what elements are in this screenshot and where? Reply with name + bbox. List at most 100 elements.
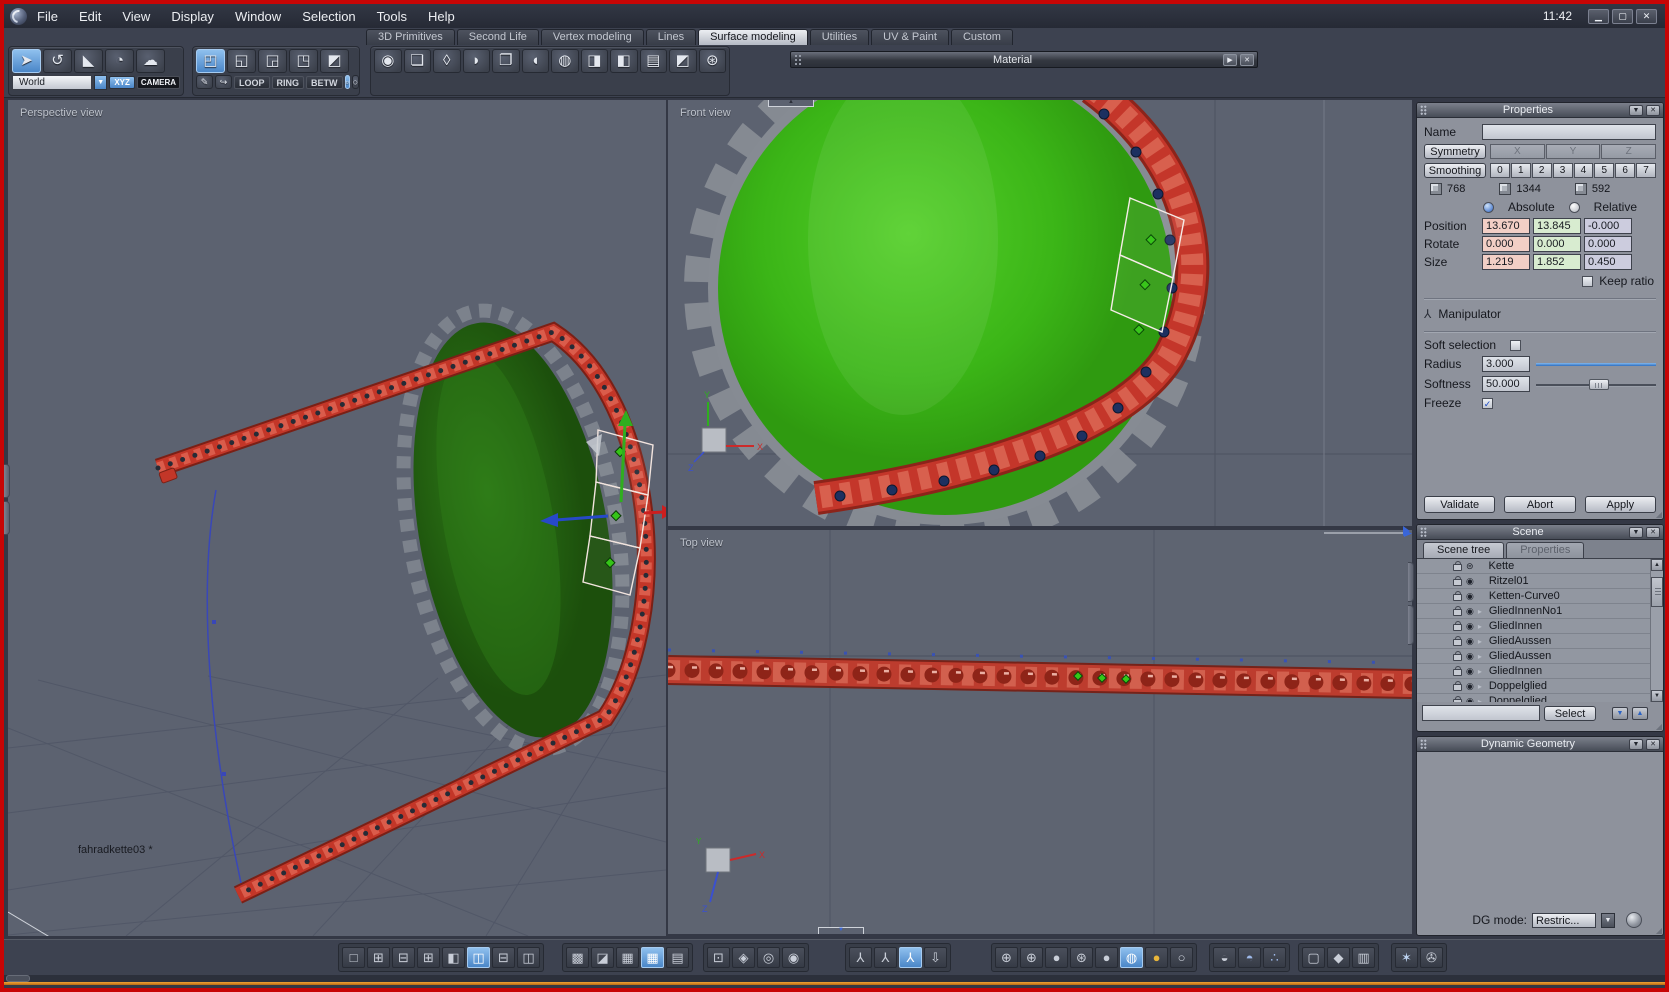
close-button[interactable]: ✕ — [1636, 8, 1657, 24]
symmetry-button[interactable]: Symmetry — [1424, 144, 1486, 159]
between-select-button[interactable]: BETW — [306, 75, 343, 89]
lock-icon[interactable] — [1453, 561, 1462, 571]
surface-tool-4-button[interactable]: ◗ — [462, 49, 490, 73]
world-space-select[interactable]: World — [12, 75, 93, 90]
transform-y-field[interactable]: 0.000 — [1533, 236, 1581, 252]
tab-scene-tree[interactable]: Scene tree — [1423, 542, 1505, 558]
circle-select-button[interactable]: ○ — [351, 75, 360, 89]
front-viewport[interactable]: Y X Z Front view ▲ — [668, 100, 1412, 526]
eye-icon[interactable]: ◉ — [1466, 604, 1474, 618]
properties-title-bar[interactable]: Properties ▼ ✕ — [1417, 103, 1663, 118]
tree-expand-icon[interactable]: ▸ — [1478, 622, 1485, 631]
camera-mode-button[interactable]: CAMERA — [136, 76, 180, 89]
ghost-hide-tool-button[interactable]: ☁ — [136, 49, 165, 73]
eye-icon[interactable]: ◉ — [1466, 649, 1474, 663]
dome-smooth-button[interactable]: ◓ — [1238, 947, 1261, 968]
render-sphere-button[interactable]: ✶ — [1395, 947, 1418, 968]
softness-field[interactable]: 50.000 — [1482, 376, 1530, 392]
panels-button[interactable]: ▥ — [1352, 947, 1375, 968]
surface-tool-6-button[interactable]: ◖ — [521, 49, 549, 73]
zoom-view-button[interactable]: ◎ — [757, 947, 780, 968]
eye-icon[interactable]: ◉ — [1466, 679, 1474, 693]
radius-field[interactable]: 3.000 — [1482, 356, 1530, 372]
splitter-arrow-icon[interactable] — [1403, 526, 1410, 536]
scene-tree-row[interactable]: ◉ Ritzel01 — [1417, 574, 1650, 589]
lock-icon[interactable] — [1453, 591, 1462, 601]
panel-collapse-icon[interactable]: ▼ — [1629, 526, 1643, 538]
top-viewport[interactable]: X Y Z Top view ▼ — [668, 530, 1412, 934]
transform-x-field[interactable]: 1.219 — [1482, 254, 1530, 270]
shade-smooth-button[interactable]: ● — [1095, 947, 1118, 968]
smoothing-level-button[interactable]: 2 — [1531, 163, 1552, 178]
panel-collapse-icon[interactable]: ▼ — [1629, 104, 1643, 116]
validate-button[interactable]: Validate — [1424, 496, 1496, 513]
eye-icon[interactable]: ⊜ — [1466, 559, 1474, 573]
surface-tool-5-button[interactable]: ❐ — [492, 49, 520, 73]
layout-three-top-button[interactable]: ⊞ — [417, 947, 440, 968]
transform-x-field[interactable]: 13.670 — [1482, 218, 1530, 234]
grid-front-plane-button[interactable]: ▦ — [616, 947, 639, 968]
lock-icon[interactable] — [1453, 651, 1462, 661]
xyz-button[interactable]: XYZ — [109, 76, 135, 89]
dome-low-button[interactable]: ◒ — [1213, 947, 1236, 968]
tree-expand-icon[interactable]: ▸ — [1478, 652, 1485, 661]
smoothing-level-button[interactable]: 6 — [1615, 163, 1636, 178]
pan-view-button[interactable]: ◈ — [732, 947, 755, 968]
relative-radio[interactable] — [1568, 201, 1580, 213]
surface-tool-7-button[interactable]: ◍ — [551, 49, 579, 73]
scene-title-bar[interactable]: Scene ▼ ✕ — [1417, 525, 1663, 540]
eye-icon[interactable]: ◉ — [1466, 574, 1474, 588]
manipulator-drop-button[interactable]: ⇩ — [924, 947, 947, 968]
symmetry-axis-button[interactable]: X — [1490, 144, 1545, 159]
eye-icon[interactable]: ◉ — [1466, 619, 1474, 633]
panel-drag-handle[interactable] — [1420, 739, 1427, 749]
surface-tool-11-button[interactable]: ◩ — [669, 49, 697, 73]
scene-search-field[interactable] — [1422, 705, 1540, 721]
viewport-collapse-notch[interactable]: ▼ — [818, 927, 864, 934]
lock-icon[interactable] — [1453, 576, 1462, 586]
scene-tree-row[interactable]: ◉ Ketten-Curve0 — [1417, 589, 1650, 604]
smoothing-button[interactable]: Smoothing — [1424, 163, 1486, 178]
maximize-button[interactable]: ▢ — [1612, 8, 1633, 24]
smoothing-level-button[interactable]: 3 — [1552, 163, 1573, 178]
edge-mode-button[interactable]: ◲ — [258, 49, 287, 73]
material-close-icon[interactable]: ✕ — [1240, 53, 1254, 66]
lock-icon[interactable] — [1453, 681, 1462, 691]
material-drag-handle[interactable] — [794, 54, 802, 65]
edit-object-button[interactable]: ◰ — [196, 49, 225, 73]
surface-tool-10-button[interactable]: ▤ — [639, 49, 667, 73]
point-mode-button[interactable]: ◳ — [289, 49, 318, 73]
left-panel-handle[interactable] — [4, 501, 10, 535]
workspace-tab[interactable]: Vertex modeling — [540, 29, 644, 45]
scene-tree-row[interactable]: ◉ ▸ GliedAussen — [1417, 634, 1650, 649]
minimize-button[interactable]: ▁ — [1588, 8, 1609, 24]
layout-split-left-button[interactable]: ◧ — [442, 947, 465, 968]
tree-expand-icon[interactable]: ▸ — [1478, 637, 1485, 646]
workspace-tab[interactable]: 3D Primitives — [366, 29, 455, 45]
select-down-icon[interactable]: ▼ — [1612, 706, 1628, 720]
workspace-tab[interactable]: UV & Paint — [871, 29, 949, 45]
eye-icon[interactable]: ◉ — [1466, 634, 1474, 648]
perspective-canvas[interactable]: Y Z — [8, 100, 666, 936]
surface-tool-3-button[interactable]: ◊ — [433, 49, 461, 73]
smoothing-level-button[interactable]: 1 — [1510, 163, 1531, 178]
rotate-tool-button[interactable]: ↺ — [43, 49, 72, 73]
tree-expand-icon[interactable]: ▸ — [1478, 607, 1485, 616]
material-bar[interactable]: Material ▶ ✕ — [790, 51, 1258, 68]
freeze-checkbox[interactable]: ✓ — [1482, 397, 1493, 409]
scene-tree-row[interactable]: ◉ ▸ GliedAussen — [1417, 649, 1650, 664]
layout-split-right-button[interactable]: ◫ — [467, 947, 490, 968]
symmetry-axis-button[interactable]: Y — [1545, 144, 1601, 159]
face-mode-button[interactable]: ◱ — [227, 49, 256, 73]
lock-icon[interactable] — [1453, 666, 1462, 676]
layout-single-button[interactable]: □ — [342, 947, 365, 968]
tab-scene-properties[interactable]: Properties — [1506, 542, 1585, 558]
scene-tree-row[interactable]: ◉ ▸ Doppelglied — [1417, 694, 1650, 702]
lock-icon[interactable] — [1453, 636, 1462, 646]
top-canvas[interactable]: X Y Z — [668, 530, 1412, 934]
surface-tool-1-button[interactable]: ◉ — [374, 49, 402, 73]
smoothing-level-button[interactable]: 7 — [1636, 163, 1656, 178]
surface-tool-2-button[interactable]: ❏ — [403, 49, 431, 73]
workspace-tab[interactable]: Surface modeling — [698, 29, 808, 45]
lock-icon[interactable] — [1453, 696, 1462, 702]
